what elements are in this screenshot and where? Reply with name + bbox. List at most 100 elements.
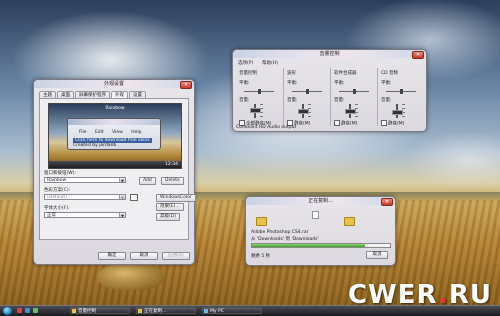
quick-launch-app-icon[interactable] <box>17 308 22 313</box>
taskbar-item-volume[interactable]: 音量控制 <box>70 307 130 314</box>
taskbar: 音量控制 正在复制... My PC <box>0 305 500 316</box>
quick-launch-browser-icon[interactable] <box>25 308 30 313</box>
folder-icon <box>138 309 142 313</box>
channel-title: 音量控制 <box>239 71 257 76</box>
font-size-value: 正常 <box>47 213 56 218</box>
preview-clock: 12:34 <box>165 162 178 167</box>
color-scheme-select[interactable]: (Default) ▼ <box>44 194 126 200</box>
balance-slider[interactable] <box>386 89 418 94</box>
channel-title: CD 音频 <box>381 71 399 76</box>
copy-progress-bar <box>251 243 391 248</box>
volume-slider-thumb[interactable] <box>392 110 403 115</box>
font-size-label: 字体大小(F): <box>44 206 70 211</box>
volume-slider-thumb[interactable] <box>298 109 309 114</box>
chevron-down-icon: ▼ <box>119 213 125 218</box>
balance-label: 平衡: <box>239 81 250 86</box>
window-style-value: Rainbow <box>47 178 67 183</box>
balance-slider[interactable] <box>244 89 276 94</box>
window-title: 外观设置 <box>34 80 194 88</box>
mute-label: 静音(M) <box>341 121 358 127</box>
preview-menu: File Edit View Help <box>79 130 149 135</box>
tab-strip: 主题 桌面 屏幕保护程序 外观 设置 <box>39 91 147 99</box>
time-remaining: 剩余 5 秒 <box>251 254 271 259</box>
mute-checkbox[interactable]: 静音(M) <box>334 120 357 127</box>
preview-menu-edit: Edit <box>94 130 104 135</box>
balance-thumb[interactable] <box>400 89 403 94</box>
advanced-button[interactable]: 高级(D) <box>156 213 180 221</box>
volume-label: 音量: <box>287 98 298 103</box>
balance-slider[interactable] <box>339 89 371 94</box>
balance-label: 平衡: <box>287 81 298 86</box>
window-style-label: 窗口和按钮(W): <box>44 171 76 176</box>
menu-help[interactable]: 帮助(H) <box>262 60 278 67</box>
windows-color-button[interactable]: WindowsColor <box>156 194 196 202</box>
theme-preview: Rainbow File Edit View Help Click here t… <box>48 103 182 169</box>
add-button[interactable]: Add <box>139 177 156 185</box>
mute-label: 静音(M) <box>388 121 405 127</box>
preview-text: Click here to download free skins Create… <box>73 138 152 148</box>
volume-slider-thumb[interactable] <box>250 108 261 113</box>
balance-thumb[interactable] <box>306 89 309 94</box>
menu-options[interactable]: 选项(P) <box>238 60 253 67</box>
volume-label: 音量: <box>334 98 345 103</box>
balance-label: 平衡: <box>334 81 345 86</box>
quick-launch-media-icon[interactable] <box>33 308 38 313</box>
start-orb-icon[interactable] <box>3 307 12 315</box>
delete-button[interactable]: Delete <box>161 177 184 185</box>
close-button[interactable]: ✕ <box>180 81 192 89</box>
flying-file-icon <box>312 211 319 219</box>
volume-label: 音量: <box>239 98 250 103</box>
cancel-copy-button[interactable]: 取消 <box>366 251 388 259</box>
speaker-icon <box>72 309 76 313</box>
display-properties-window: 外观设置 ✕ 主题 桌面 屏幕保护程序 外观 设置 Rainbow File E… <box>33 79 196 265</box>
mute-checkbox[interactable]: 静音(M) <box>381 120 404 127</box>
computer-icon <box>204 309 208 313</box>
window-style-select[interactable]: Rainbow ▼ <box>44 177 126 183</box>
color-swatch[interactable] <box>130 194 138 201</box>
window-title: 音量控制 <box>233 50 426 58</box>
taskbar-item-label: My PC <box>210 309 224 314</box>
preview-menu-file: File <box>79 130 87 135</box>
preview-credit-text: Created by jordanb <box>73 143 117 148</box>
copy-file-name: Adobe Photoshop CS4.rar <box>251 230 309 235</box>
appearance-panel: Rainbow File Edit View Help Click here t… <box>39 98 196 240</box>
cancel-button[interactable]: 取消 <box>130 252 158 260</box>
hay-bale <box>98 262 164 290</box>
preview-label: Rainbow <box>105 106 125 111</box>
preview-taskbar: 12:34 <box>49 161 181 168</box>
mixer-channel: CD 音频 平衡: 音量: 静音(M) <box>377 68 420 127</box>
close-button[interactable]: ✕ <box>412 51 424 59</box>
balance-thumb[interactable] <box>258 89 261 94</box>
channel-title: 波形 <box>287 71 296 76</box>
chevron-down-icon: ▼ <box>119 195 125 200</box>
taskbar-item-label: 正在复制... <box>144 309 167 314</box>
audio-device-status: Conexant HD Audio output <box>236 125 297 130</box>
volume-label: 音量: <box>381 98 392 103</box>
copy-progress-dialog: 正在复制... ✕ Adobe Photoshop CS4.rar 从 'Dow… <box>245 196 396 266</box>
balance-thumb[interactable] <box>353 89 356 94</box>
mixer-channel: 音量控制 平衡: 音量: 全部静音(M) <box>236 68 278 127</box>
volume-control-window: 音量控制 ✕ 选项(P) 帮助(H) 音量控制 平衡: 音量: 全部静音(M) 波形 平衡… <box>232 49 427 132</box>
font-size-select[interactable]: 正常 ▼ <box>44 212 126 218</box>
taskbar-item-copy[interactable]: 正在复制... <box>136 307 196 314</box>
volume-slider-thumb[interactable] <box>345 109 356 114</box>
copy-from-to: 从 'Downloads' 到 'Downloads' <box>251 237 319 242</box>
apply-button[interactable]: 应用(A) <box>162 252 190 260</box>
checkbox-box[interactable] <box>381 120 387 126</box>
preview-menu-help: Help <box>131 130 142 135</box>
ok-button[interactable]: 确定 <box>98 252 126 260</box>
destination-folder-icon <box>344 217 355 226</box>
close-button[interactable]: ✕ <box>381 198 393 206</box>
balance-slider[interactable] <box>292 89 324 94</box>
effects-button[interactable]: 效果(E)... <box>156 203 184 211</box>
checkbox-box[interactable] <box>334 120 340 126</box>
mixer-channel: 波形平衡: 音量: 静音(M) <box>283 68 326 127</box>
window-title: 正在复制... <box>246 197 395 205</box>
menu-bar: 选项(P) 帮助(H) <box>236 60 421 67</box>
preview-menu-view: View <box>112 130 123 135</box>
source-folder-icon <box>256 217 267 226</box>
mute-label: 静音(M) <box>294 121 311 127</box>
color-scheme-label: 色彩方案(C): <box>44 188 71 193</box>
taskbar-item-mypc[interactable]: My PC <box>202 307 262 314</box>
preview-window-titlebar <box>68 119 160 125</box>
